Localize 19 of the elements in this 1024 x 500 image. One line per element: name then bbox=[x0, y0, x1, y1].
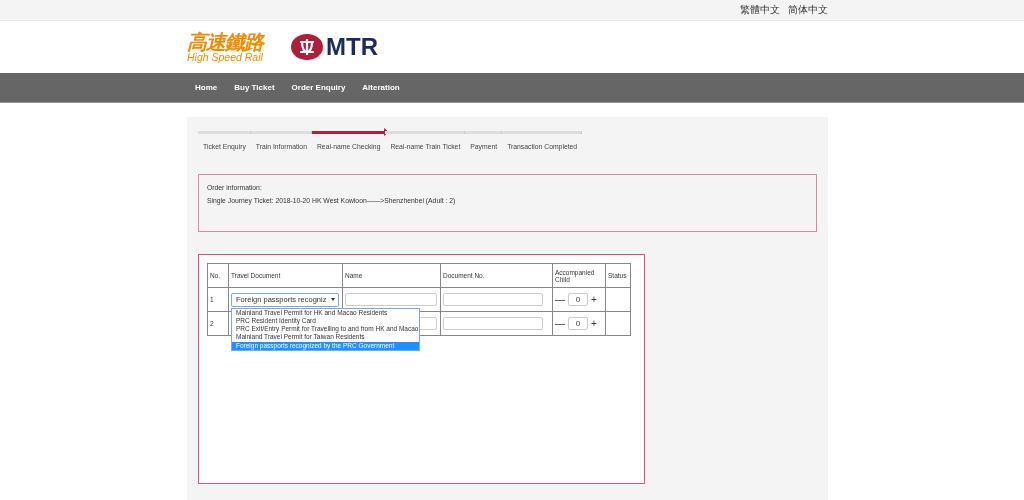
child-count-field[interactable]: 0 bbox=[568, 317, 588, 330]
mtr-emblem-icon bbox=[291, 34, 323, 60]
nav-link[interactable]: Order Enquiry bbox=[291, 83, 346, 92]
decrement-button[interactable]: — bbox=[555, 318, 565, 329]
name-field[interactable] bbox=[345, 293, 437, 306]
nav-link[interactable]: Home bbox=[195, 83, 218, 92]
nav-link[interactable]: Buy Ticket bbox=[234, 83, 275, 92]
increment-button[interactable]: + bbox=[591, 318, 597, 329]
nav-link[interactable]: Alteration bbox=[362, 83, 400, 92]
child-count-field[interactable]: 0 bbox=[568, 293, 588, 306]
increment-button[interactable]: + bbox=[591, 294, 597, 305]
language-link[interactable]: 繁體中文 bbox=[740, 3, 780, 17]
high-speed-rail-logo: 高速鐵路 High Speed Rail bbox=[187, 31, 263, 63]
mtr-logo: MTR bbox=[326, 33, 378, 61]
caret-icon bbox=[331, 298, 335, 301]
decrement-button[interactable]: — bbox=[555, 294, 565, 305]
document-number-field[interactable] bbox=[443, 317, 543, 330]
language-link[interactable]: 简体中文 bbox=[788, 3, 828, 17]
document-number-field[interactable] bbox=[443, 293, 543, 306]
